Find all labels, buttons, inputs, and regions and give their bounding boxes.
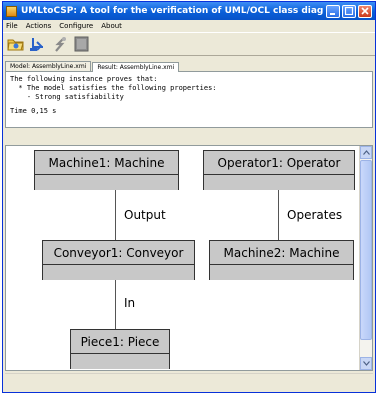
association-label-output: Output xyxy=(124,208,166,222)
association-line-output xyxy=(115,190,116,240)
object-diagram: Machine1: Machine Operator1: Operator Ou… xyxy=(5,145,373,371)
scroll-thumb[interactable] xyxy=(360,160,372,340)
class-box-piece1[interactable]: Piece1: Piece xyxy=(70,329,170,369)
class-attributes xyxy=(204,175,354,190)
open-folder-icon xyxy=(7,39,24,51)
tab-result[interactable]: Result: AssemblyLine.xmi xyxy=(92,62,180,72)
app-window: UMLtoCSP: A tool for the verification of… xyxy=(2,1,376,393)
time-readout: Time 0,15 s xyxy=(10,107,57,115)
association-line-operates xyxy=(278,190,279,240)
class-box-conveyor1[interactable]: Conveyor1: Conveyor xyxy=(42,240,195,280)
app-icon xyxy=(6,5,17,17)
tab-model[interactable]: Model: AssemblyLine.xmi xyxy=(5,61,92,71)
menu-actions[interactable]: Actions xyxy=(26,22,52,30)
menu-file[interactable]: File xyxy=(6,22,18,30)
title-bar[interactable]: UMLtoCSP: A tool for the verification of… xyxy=(3,2,375,20)
result-text-panel: The following instance proves that: * Th… xyxy=(5,71,373,128)
menu-about[interactable]: About xyxy=(101,22,122,30)
stop-button[interactable] xyxy=(73,35,91,53)
maximize-icon xyxy=(345,7,353,15)
class-attributes xyxy=(71,354,169,369)
chevron-down-icon xyxy=(362,361,370,366)
result-line: * The model satisfies the following prop… xyxy=(10,84,217,92)
save-button[interactable] xyxy=(29,35,47,53)
result-line: - Strong satisfiability xyxy=(10,93,124,101)
class-attributes xyxy=(210,265,353,280)
association-line-in xyxy=(115,280,116,329)
maximize-button[interactable] xyxy=(342,4,356,18)
class-box-operator1[interactable]: Operator1: Operator xyxy=(203,150,355,190)
minimize-button[interactable] xyxy=(326,4,340,18)
tab-strip: Model: AssemblyLine.xmi Result: Assembly… xyxy=(3,58,375,72)
open-button[interactable] xyxy=(7,35,25,53)
save-icon xyxy=(30,38,43,51)
status-bar xyxy=(5,373,373,390)
scroll-down-button[interactable] xyxy=(360,357,372,370)
class-attributes xyxy=(43,265,194,280)
class-name: Piece1: Piece xyxy=(71,330,169,354)
class-name: Conveyor1: Conveyor xyxy=(43,241,194,265)
class-name: Machine2: Machine xyxy=(210,241,353,265)
window-title: UMLtoCSP: A tool for the verification of… xyxy=(21,6,324,16)
toolbar xyxy=(3,32,375,56)
stop-icon xyxy=(74,36,89,52)
class-name: Machine1: Machine xyxy=(35,151,178,175)
association-label-operates: Operates xyxy=(287,208,343,222)
minimize-icon xyxy=(330,13,335,15)
vertical-scrollbar[interactable] xyxy=(359,146,372,370)
result-line: The following instance proves that: xyxy=(10,75,158,83)
menu-bar: File Actions Configure About xyxy=(3,20,375,32)
class-box-machine2[interactable]: Machine2: Machine xyxy=(209,240,354,280)
association-label-in: In xyxy=(124,296,136,310)
class-name: Operator1: Operator xyxy=(204,151,354,175)
close-button[interactable] xyxy=(358,4,372,18)
scroll-up-button[interactable] xyxy=(360,146,372,159)
chevron-up-icon xyxy=(362,150,370,155)
class-attributes xyxy=(35,175,178,190)
run-button[interactable] xyxy=(51,35,69,53)
class-box-machine1[interactable]: Machine1: Machine xyxy=(34,150,179,190)
menu-configure[interactable]: Configure xyxy=(59,22,93,30)
run-icon xyxy=(55,37,66,52)
close-icon xyxy=(361,7,369,15)
